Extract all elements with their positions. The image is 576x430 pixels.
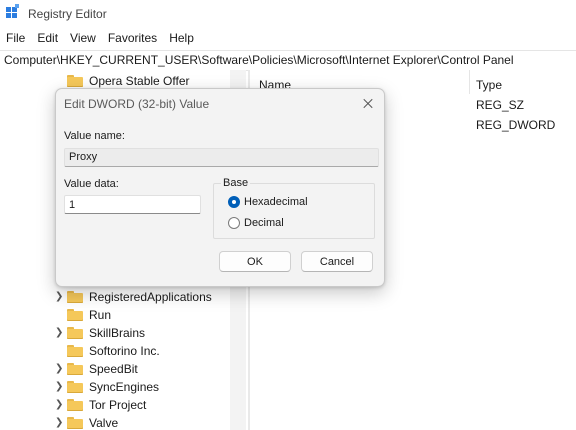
folder-icon <box>67 75 83 87</box>
base-label: Base <box>221 177 251 189</box>
menu-help[interactable]: Help <box>163 29 200 49</box>
chevron-right-icon[interactable]: ❯ <box>55 381 65 393</box>
folder-icon <box>67 381 83 393</box>
tree-item-label: Opera Stable Offer <box>89 74 190 88</box>
base-group <box>213 183 375 239</box>
address-bar <box>0 50 576 71</box>
tree-item-syncengines[interactable]: ❯ SyncEngines <box>0 378 230 396</box>
hexadecimal-label: Hexadecimal <box>244 196 308 208</box>
value-data-input[interactable] <box>64 195 201 214</box>
tree-item-label: SyncEngines <box>89 380 160 394</box>
folder-icon <box>67 345 83 357</box>
value-row-type[interactable]: REG_SZ <box>476 98 524 112</box>
tree-item-label: Run <box>89 308 112 322</box>
radio-unselected-icon[interactable] <box>228 217 240 229</box>
cancel-button[interactable]: Cancel <box>301 251 373 272</box>
menu-view[interactable]: View <box>64 29 102 49</box>
folder-icon <box>67 363 83 375</box>
tree-item-tor-project[interactable]: ❯ Tor Project <box>0 396 230 414</box>
dialog-title: Edit DWORD (32-bit) Value <box>64 97 210 111</box>
address-input[interactable] <box>4 51 572 70</box>
edit-dword-dialog: Edit DWORD (32-bit) Value Value name: Pr… <box>55 88 385 287</box>
tree-item-registeredapplications[interactable]: ❯ RegisteredApplications <box>0 288 230 306</box>
tree-item-valve[interactable]: ❯ Valve <box>0 414 230 430</box>
chevron-right-icon[interactable]: ❯ <box>55 327 65 339</box>
title-bar: Registry Editor <box>0 0 576 28</box>
tree-item-label: Tor Project <box>89 398 147 412</box>
tree-item-speedbit[interactable]: ❯ SpeedBit <box>0 360 230 378</box>
window-title: Registry Editor <box>28 7 107 21</box>
registry-editor-icon <box>6 4 20 21</box>
chevron-right-icon[interactable]: ❯ <box>55 291 65 303</box>
column-separator[interactable] <box>469 70 470 94</box>
tree-item-skillbrains[interactable]: ❯ SkillBrains <box>0 324 230 342</box>
tree-item-softorino-inc[interactable]: Softorino Inc. <box>0 342 230 360</box>
folder-icon <box>67 399 83 411</box>
folder-icon <box>67 417 83 429</box>
folder-icon <box>67 327 83 339</box>
tree-item-run[interactable]: Run <box>0 306 230 324</box>
menu-favorites[interactable]: Favorites <box>102 29 163 49</box>
value-row-type[interactable]: REG_DWORD <box>476 118 555 132</box>
close-icon[interactable] <box>356 93 380 115</box>
chevron-right-icon[interactable]: ❯ <box>55 363 65 375</box>
folder-icon <box>67 309 83 321</box>
chevron-right-icon[interactable]: ❯ <box>55 417 65 429</box>
ok-button[interactable]: OK <box>219 251 291 272</box>
tree-item-label: Valve <box>89 416 119 430</box>
tree-item-label: SpeedBit <box>89 362 138 376</box>
chevron-right-icon[interactable]: ❯ <box>55 399 65 411</box>
menu-file[interactable]: File <box>0 29 31 49</box>
value-name-field: Proxy <box>64 148 379 167</box>
tree-item-label: Softorino Inc. <box>89 344 160 358</box>
folder-icon <box>67 291 83 303</box>
menu-bar: File Edit View Favorites Help <box>0 29 200 49</box>
tree-item-label: SkillBrains <box>89 326 146 340</box>
value-name-label: Value name: <box>64 130 125 142</box>
column-header-type[interactable]: Type <box>476 78 502 92</box>
value-data-label: Value data: <box>64 178 119 190</box>
radio-selected-icon[interactable] <box>228 196 240 208</box>
tree-item-label: RegisteredApplications <box>89 290 212 304</box>
decimal-label: Decimal <box>244 217 284 229</box>
menu-edit[interactable]: Edit <box>31 29 64 49</box>
